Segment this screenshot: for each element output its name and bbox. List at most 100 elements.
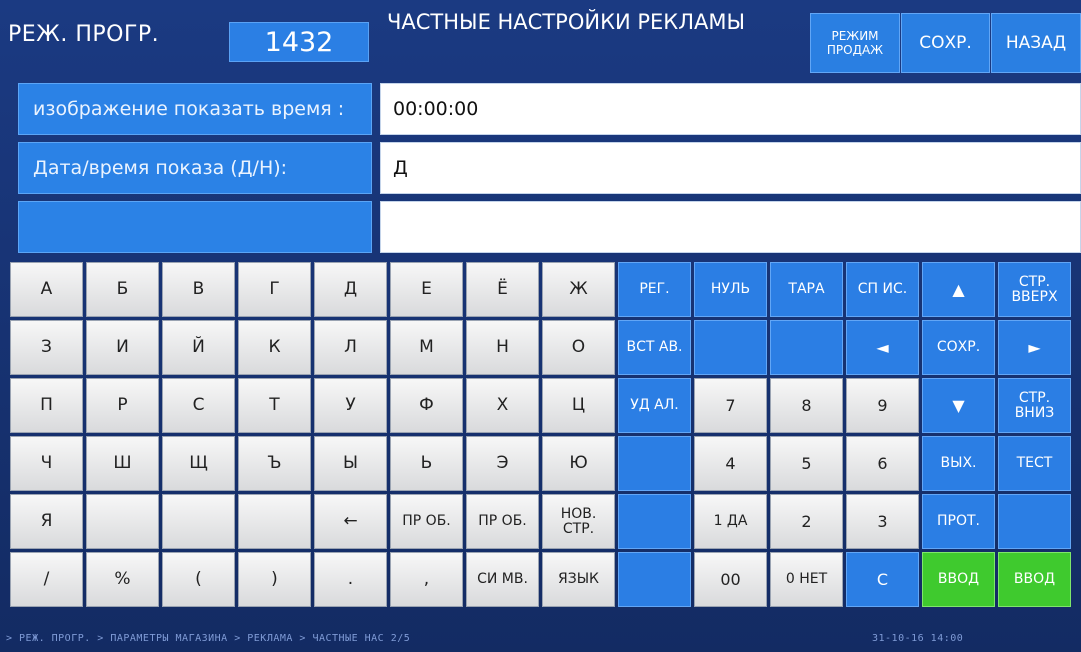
sales-mode-button[interactable]: РЕЖИМ ПРОДАЖ: [810, 13, 900, 73]
protocol-key[interactable]: ПРОТ.: [922, 494, 995, 549]
letter-key[interactable]: Э: [466, 436, 539, 491]
letter-key[interactable]: И: [86, 320, 159, 375]
up-arrow-key[interactable]: ▲: [922, 262, 995, 317]
status-datetime: 31-10-16 14:00: [872, 633, 964, 644]
enter-key[interactable]: ВВОД: [998, 552, 1071, 607]
letter-key[interactable]: %: [86, 552, 159, 607]
letter-key[interactable]: Ф: [390, 378, 463, 433]
letter-key[interactable]: О: [542, 320, 615, 375]
blank-key[interactable]: [998, 494, 1071, 549]
page-down-key[interactable]: СТР. ВНИЗ: [998, 378, 1071, 433]
letter-key[interactable]: ЯЗЫК: [542, 552, 615, 607]
letter-key[interactable]: Ю: [542, 436, 615, 491]
letter-key[interactable]: Г: [238, 262, 311, 317]
letter-key[interactable]: Ш: [86, 436, 159, 491]
exit-key[interactable]: ВЫХ.: [922, 436, 995, 491]
letter-key[interactable]: Ё: [466, 262, 539, 317]
on-screen-keyboard: А Б В Г Д Е Ё Ж З И Й К Л М Н О П Р С Т У Ф Х Ц Ч Ш Щ Ъ Ы Ь Э Ю Я ← ПР ОБ.…: [10, 262, 1081, 612]
page-up-key[interactable]: СТР. ВВЕРХ: [998, 262, 1071, 317]
letter-key[interactable]: Л: [314, 320, 387, 375]
letter-key[interactable]: /: [10, 552, 83, 607]
insert-key[interactable]: ВСТ АВ.: [618, 320, 691, 375]
letter-key[interactable]: М: [390, 320, 463, 375]
digit-5-key[interactable]: 5: [770, 436, 843, 491]
letter-key[interactable]: (: [162, 552, 235, 607]
enter-key[interactable]: ВВОД: [922, 552, 995, 607]
letter-key[interactable]: Д: [314, 262, 387, 317]
program-code: 1432: [229, 22, 369, 62]
mode-label: РЕЖ. ПРОГР.: [8, 22, 160, 47]
letter-key[interactable]: У: [314, 378, 387, 433]
left-arrow-key[interactable]: ◄: [846, 320, 919, 375]
letter-key[interactable]: Й: [162, 320, 235, 375]
letter-key[interactable]: Е: [390, 262, 463, 317]
digit-1-yes-key[interactable]: 1 ДА: [694, 494, 767, 549]
letter-key[interactable]: С: [162, 378, 235, 433]
digit-2-key[interactable]: 2: [770, 494, 843, 549]
back-button[interactable]: НАЗАД: [991, 13, 1081, 73]
letter-key[interactable]: [86, 494, 159, 549]
display-time-label: изображение показать время :: [18, 83, 372, 135]
right-arrow-key[interactable]: ►: [998, 320, 1071, 375]
date-time-field[interactable]: Д: [380, 142, 1081, 194]
letter-key[interactable]: В: [162, 262, 235, 317]
blank-key[interactable]: [618, 494, 691, 549]
clear-key[interactable]: C: [846, 552, 919, 607]
delete-key[interactable]: УД АЛ.: [618, 378, 691, 433]
breadcrumb: > РЕЖ. ПРОГР. > ПАРАМЕТРЫ МАГАЗИНА > РЕК…: [6, 633, 411, 644]
letter-key[interactable]: ): [238, 552, 311, 607]
reg-key[interactable]: РЕГ.: [618, 262, 691, 317]
down-arrow-key[interactable]: ▼: [922, 378, 995, 433]
letter-key[interactable]: П: [10, 378, 83, 433]
letter-key[interactable]: [162, 494, 235, 549]
letter-key[interactable]: ПР ОБ.: [466, 494, 539, 549]
digit-0-no-key[interactable]: 0 НЕТ: [770, 552, 843, 607]
letter-key[interactable]: ←: [314, 494, 387, 549]
letter-key[interactable]: Т: [238, 378, 311, 433]
letter-key[interactable]: .: [314, 552, 387, 607]
digit-6-key[interactable]: 6: [846, 436, 919, 491]
tare-key[interactable]: ТАРА: [770, 262, 843, 317]
letter-key[interactable]: Х: [466, 378, 539, 433]
blank-key[interactable]: [770, 320, 843, 375]
letter-key[interactable]: Ж: [542, 262, 615, 317]
save-key[interactable]: СОХР.: [922, 320, 995, 375]
letter-key[interactable]: Ъ: [238, 436, 311, 491]
test-key[interactable]: ТЕСТ: [998, 436, 1071, 491]
letter-key[interactable]: Ц: [542, 378, 615, 433]
letter-key[interactable]: Щ: [162, 436, 235, 491]
letter-key[interactable]: [238, 494, 311, 549]
letter-key[interactable]: СИ МВ.: [466, 552, 539, 607]
letter-key[interactable]: А: [10, 262, 83, 317]
display-time-field[interactable]: 00:00:00: [380, 83, 1081, 135]
digit-8-key[interactable]: 8: [770, 378, 843, 433]
zero-key[interactable]: НУЛЬ: [694, 262, 767, 317]
date-time-label: Дата/время показа (Д/Н):: [18, 142, 372, 194]
double-zero-key[interactable]: 00: [694, 552, 767, 607]
status-bar: > РЕЖ. ПРОГР. > ПАРАМЕТРЫ МАГАЗИНА > РЕК…: [0, 624, 1081, 652]
letter-key[interactable]: К: [238, 320, 311, 375]
letter-key[interactable]: Ч: [10, 436, 83, 491]
digit-7-key[interactable]: 7: [694, 378, 767, 433]
app-screen: РЕЖ. ПРОГР. 1432 ЧАСТНЫЕ НАСТРОЙКИ РЕКЛА…: [0, 0, 1081, 652]
digit-3-key[interactable]: 3: [846, 494, 919, 549]
blank-key[interactable]: [618, 436, 691, 491]
letter-key[interactable]: ,: [390, 552, 463, 607]
list-key[interactable]: СП ИС.: [846, 262, 919, 317]
letter-key[interactable]: Б: [86, 262, 159, 317]
letter-key[interactable]: Ы: [314, 436, 387, 491]
empty-field[interactable]: [380, 201, 1081, 253]
letter-key[interactable]: З: [10, 320, 83, 375]
blank-key[interactable]: [618, 552, 691, 607]
save-button[interactable]: СОХР.: [901, 13, 990, 73]
blank-key[interactable]: [694, 320, 767, 375]
digit-9-key[interactable]: 9: [846, 378, 919, 433]
letter-key[interactable]: Н: [466, 320, 539, 375]
letter-key[interactable]: НОВ. СТР.: [542, 494, 615, 549]
digit-4-key[interactable]: 4: [694, 436, 767, 491]
header-bar: РЕЖ. ПРОГР. 1432 ЧАСТНЫЕ НАСТРОЙКИ РЕКЛА…: [0, 0, 1081, 80]
letter-key[interactable]: Я: [10, 494, 83, 549]
letter-key[interactable]: Р: [86, 378, 159, 433]
letter-key[interactable]: Ь: [390, 436, 463, 491]
letter-key[interactable]: ПР ОБ.: [390, 494, 463, 549]
